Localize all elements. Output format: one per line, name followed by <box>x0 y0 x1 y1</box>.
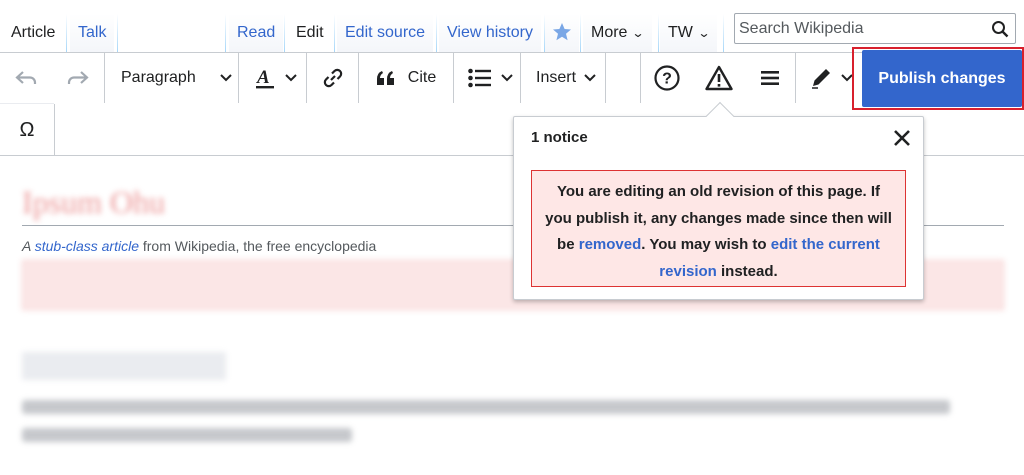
tab-divider <box>225 14 226 52</box>
toolbar-divider <box>605 53 606 103</box>
tab-tw[interactable]: TW ⌄ <box>660 14 717 52</box>
toolbar-divider <box>54 104 55 156</box>
popup-title: 1 notice <box>531 129 588 146</box>
chevron-down-icon <box>220 74 232 82</box>
old-revision-warning: You are editing an old revision of this … <box>531 170 906 287</box>
special-character-label: Ω <box>19 118 35 141</box>
watch-star-button[interactable] <box>545 14 579 52</box>
chevron-down-icon: ⌄ <box>631 26 646 40</box>
article-tagline: A stub-class article from Wikipedia, the… <box>22 238 376 254</box>
link-icon <box>323 68 342 88</box>
help-icon: ? <box>654 65 680 91</box>
tab-tw-label: TW <box>668 24 693 41</box>
menu-icon <box>761 71 779 85</box>
warning-icon <box>705 65 733 91</box>
page-options-menu-button[interactable] <box>745 53 795 103</box>
chevron-down-icon: ⌄ <box>697 26 711 40</box>
tagline-link[interactable]: stub-class article <box>35 238 139 254</box>
tab-more-label: More <box>591 24 628 41</box>
undo-button[interactable] <box>0 53 52 103</box>
cite-button[interactable]: Cite <box>359 53 453 103</box>
link-button[interactable] <box>307 53 358 103</box>
tab-view-history[interactable]: View history <box>439 14 541 52</box>
tab-divider <box>117 14 118 52</box>
chevron-down-icon <box>584 74 596 82</box>
redo-button[interactable] <box>52 53 104 103</box>
tab-talk[interactable]: Talk <box>70 14 115 52</box>
removed-link[interactable]: removed <box>579 236 642 253</box>
paragraph-format-label: Paragraph <box>121 69 196 86</box>
undo-icon <box>15 71 37 84</box>
tab-divider <box>723 14 724 52</box>
special-character-button[interactable]: Ω <box>0 104 54 156</box>
pencil-icon <box>812 69 830 89</box>
blurred-edit-notice <box>22 352 226 380</box>
list-dropdown[interactable] <box>454 53 520 103</box>
blurred-text-line <box>22 400 950 414</box>
tab-edit-source[interactable]: Edit source <box>337 14 434 52</box>
warning-text-3: instead. <box>716 262 778 280</box>
tab-article[interactable]: Article <box>3 14 64 52</box>
edit-mode-dropdown[interactable] <box>796 53 858 103</box>
tab-divider <box>436 14 437 52</box>
notices-popup: 1 notice You are editing an old revision… <box>513 101 924 300</box>
svg-text:A: A <box>256 67 270 88</box>
svg-text:?: ? <box>662 71 672 88</box>
search-input[interactable] <box>739 16 979 41</box>
tab-divider <box>66 14 67 52</box>
insert-label: Insert <box>536 69 577 86</box>
search-box <box>734 13 1016 44</box>
tab-divider <box>658 14 659 52</box>
tagline-suffix: from Wikipedia, the free encyclopedia <box>138 238 377 254</box>
redo-icon <box>67 71 89 84</box>
tab-divider <box>334 14 335 52</box>
chevron-down-icon <box>501 74 513 82</box>
paragraph-format-dropdown[interactable]: Paragraph <box>105 53 238 103</box>
text-style-icon: A <box>256 67 274 89</box>
notices-button[interactable] <box>693 53 745 103</box>
tab-more[interactable]: More ⌄ <box>583 14 652 52</box>
help-button[interactable]: ? <box>641 53 693 103</box>
publish-highlight-box <box>852 47 1024 110</box>
tagline-prefix: A <box>22 238 35 254</box>
cite-label: Cite <box>407 69 437 86</box>
insert-dropdown[interactable]: Insert <box>521 53 605 103</box>
tab-divider <box>284 14 285 52</box>
close-icon[interactable] <box>891 127 913 149</box>
star-icon <box>553 23 571 41</box>
text-style-dropdown[interactable]: A <box>239 53 303 103</box>
blurred-text-line <box>22 428 352 442</box>
chevron-down-icon <box>285 74 297 82</box>
tab-read[interactable]: Read <box>229 14 284 52</box>
tab-edit[interactable]: Edit <box>288 14 332 52</box>
bullet-list-icon <box>468 68 491 88</box>
article-title: Ipsum Ohu <box>22 184 166 220</box>
search-icon[interactable] <box>991 20 1009 38</box>
warning-text-2: . You may wish to <box>641 236 771 253</box>
tab-divider <box>580 14 581 52</box>
quote-icon <box>376 71 394 85</box>
page-tabs: Article Talk Read Edit Edit source View … <box>0 0 1024 52</box>
